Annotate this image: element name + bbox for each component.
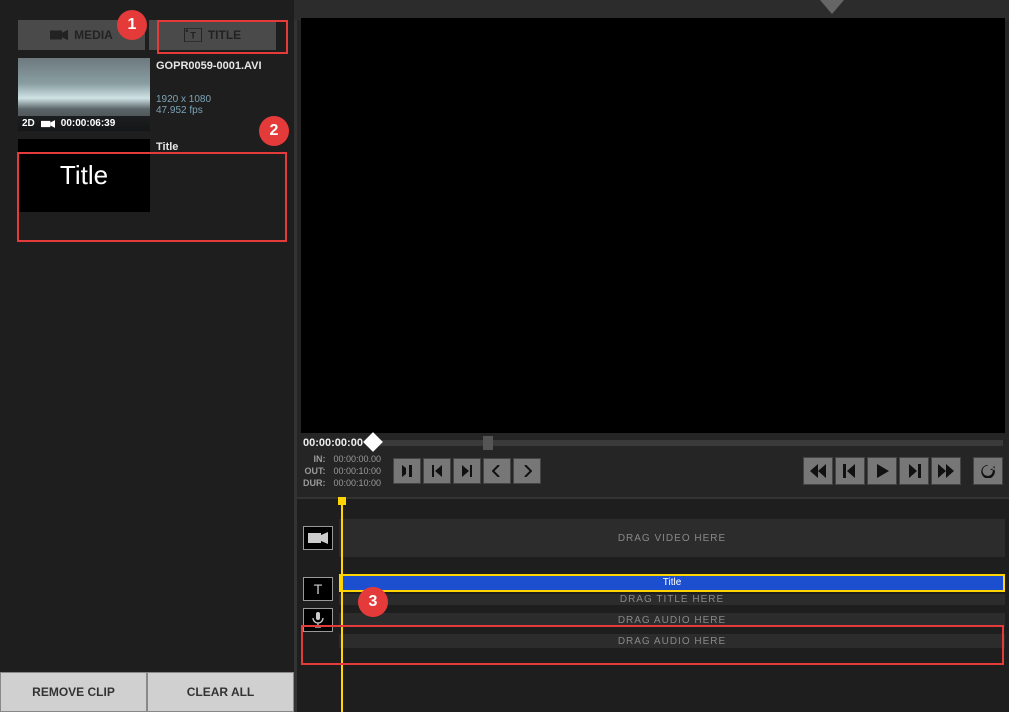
audio-track-lane-1[interactable]: DRAG AUDIO HERE <box>339 613 1005 627</box>
svg-text:T: T <box>190 31 196 42</box>
fast-fwd-button[interactable] <box>931 457 961 485</box>
clear-all-button[interactable]: CLEAR ALL <box>147 672 294 712</box>
timeline: DRAG VIDEO HERE T Title DRAG TITLE HERE … <box>297 497 1009 712</box>
thumb-overlay: 2D 00:00:06:39 <box>18 116 150 131</box>
tab-media[interactable]: MEDIA <box>18 20 145 50</box>
dur-label: DUR: <box>303 478 326 488</box>
in-value: 00:00:00.00 <box>334 453 382 465</box>
camera-icon <box>50 28 68 42</box>
goto-start-button[interactable] <box>423 458 451 484</box>
in-label: IN: <box>314 454 326 464</box>
camera-mini-icon <box>41 119 55 129</box>
remove-clip-button[interactable]: REMOVE CLIP <box>0 672 147 712</box>
clip-resolution: 1920 x 1080 <box>156 94 262 105</box>
audio-track-lane-2[interactable]: DRAG AUDIO HERE <box>339 634 1005 648</box>
media-clip[interactable]: 2D 00:00:06:39 GOPR0059-0001.AVI 1920 x … <box>18 58 276 131</box>
split-right-button[interactable] <box>513 458 541 484</box>
out-value: 00:00:10:00 <box>334 465 382 477</box>
step-back-button[interactable] <box>835 457 865 485</box>
tab-title-label: TITLE <box>208 28 241 42</box>
main-area: 00:00:00:00 IN: OUT: DUR: 00:00:00.00 00… <box>294 0 1009 712</box>
title-thumb-text: Title <box>60 160 108 191</box>
clip-list: 2D 00:00:06:39 GOPR0059-0001.AVI 1920 x … <box>0 52 294 226</box>
title-clip-name: Title <box>156 141 178 153</box>
timeline-playhead[interactable] <box>341 501 343 712</box>
transport: 00:00:00:00 IN: OUT: DUR: 00:00:00.00 00… <box>297 433 1009 497</box>
step-fwd-button[interactable] <box>899 457 929 485</box>
loop-button[interactable] <box>973 457 1003 485</box>
video-track-lane[interactable]: DRAG VIDEO HERE <box>339 519 1005 557</box>
preview-viewport <box>301 18 1005 433</box>
current-timecode: 00:00:00:00 <box>303 437 363 449</box>
video-track[interactable]: DRAG VIDEO HERE <box>301 509 1005 567</box>
play-button[interactable] <box>867 457 897 485</box>
audio-track-2[interactable]: DRAG AUDIO HERE <box>301 633 1005 649</box>
rewind-button[interactable] <box>803 457 833 485</box>
svg-text:T: T <box>314 581 323 597</box>
title-track-clip[interactable]: Title <box>339 574 1005 592</box>
library-tabs: MEDIA T TITLE <box>0 0 294 52</box>
tab-title[interactable]: T TITLE <box>149 20 276 50</box>
video-track-icon <box>303 526 333 550</box>
dur-value: 00:00:10:00 <box>334 477 382 489</box>
scrub-slider[interactable] <box>373 440 1003 446</box>
split-left-button[interactable] <box>483 458 511 484</box>
title-track[interactable]: T Title DRAG TITLE HERE <box>301 571 1005 607</box>
title-track-icon: T <box>303 577 333 601</box>
title-track-lane[interactable]: DRAG TITLE HERE <box>339 594 1005 605</box>
clip-duration: 00:00:06:39 <box>61 118 115 129</box>
title-clip[interactable]: Title Title <box>18 139 276 212</box>
text-icon: T <box>184 28 202 42</box>
mic-track-icon <box>303 608 333 632</box>
clip-thumbnail: 2D 00:00:06:39 <box>18 58 150 131</box>
range-knob[interactable] <box>483 436 493 450</box>
audio-track-1[interactable]: DRAG AUDIO HERE <box>301 611 1005 629</box>
mark-in-button[interactable] <box>393 458 421 484</box>
playhead-diamond-icon[interactable] <box>363 432 383 452</box>
goto-end-button[interactable] <box>453 458 481 484</box>
title-thumbnail: Title <box>18 139 150 212</box>
clip-filename: GOPR0059-0001.AVI <box>156 60 262 72</box>
clip-2d-badge: 2D <box>22 118 35 129</box>
clip-fps: 47.952 fps <box>156 105 262 116</box>
tab-media-label: MEDIA <box>74 28 113 42</box>
out-label: OUT: <box>305 466 326 476</box>
library-panel: MEDIA T TITLE 2D 00:00:06:39 GOPR0059-00… <box>0 0 294 712</box>
